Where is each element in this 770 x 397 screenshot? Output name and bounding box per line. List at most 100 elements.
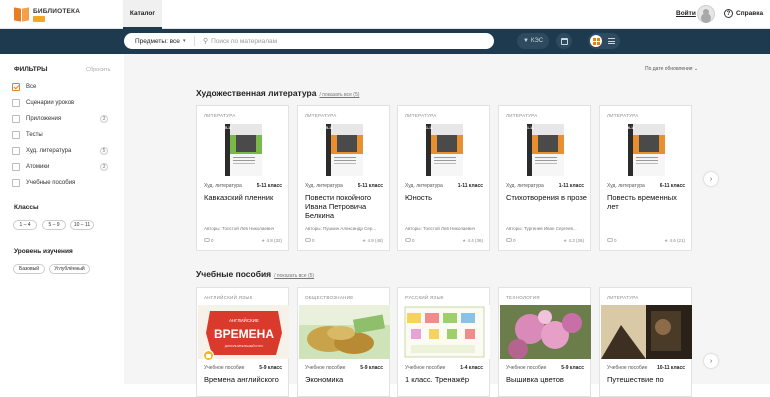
help-link[interactable]: ? Справка <box>724 9 763 18</box>
section-title-text: Художественная литература <box>196 88 317 98</box>
reset-filters-button[interactable]: Сбросить <box>86 67 110 73</box>
checkbox[interactable] <box>12 131 20 139</box>
filter-tests[interactable]: Тесты <box>12 130 43 140</box>
guide-card[interactable]: РУССКИЙ ЯЗЫК Учебное пособие 1-4 класс 1 … <box>397 287 490 397</box>
card-category: ЛИТЕРАТУРА <box>204 113 236 118</box>
filter-count-badge: 5 <box>100 147 108 155</box>
list-view-icon[interactable] <box>608 38 615 44</box>
filters-sidebar: ФИЛЬТРЫ Сбросить Все Сценарии уроков При… <box>0 54 124 384</box>
checkbox[interactable] <box>12 179 20 187</box>
card-grade: 5-9 класс <box>259 365 282 371</box>
show-all-link[interactable]: / показать все (5) <box>319 92 359 98</box>
level-pill-basic[interactable]: Базовый <box>13 264 45 274</box>
tab-catalog[interactable]: Каталог <box>123 0 162 29</box>
search-input[interactable]: Поиск по материалам <box>211 38 277 45</box>
card-title[interactable]: Стихотворения в прозе <box>506 193 588 202</box>
checkbox[interactable] <box>12 115 20 123</box>
book-card[interactable]: ЛИТЕРАТУРА 5-11 Худ. литература 5-11 клас… <box>196 105 289 251</box>
calendar-icon <box>560 37 568 45</box>
filter-count-badge: 3 <box>100 163 108 171</box>
card-title[interactable]: Повесть временных лет <box>607 193 689 211</box>
star-icon: ★ <box>362 238 367 243</box>
card-title[interactable]: Экономика <box>305 375 387 384</box>
filter-label: Тесты <box>26 132 43 138</box>
section-title-fiction: Художественная литература / показать все … <box>196 88 359 98</box>
book-card[interactable]: ЛИТЕРАТУРА 1-11 Худ. литература 1-11 клас… <box>498 105 591 251</box>
checkbox[interactable] <box>12 163 20 171</box>
embroidery-image <box>500 305 591 359</box>
card-authors: Авторы: Тургенев Иван Сергеев... <box>506 226 577 231</box>
filter-fiction[interactable]: Худ. литература <box>12 146 71 156</box>
login-link[interactable]: Войти <box>676 10 696 17</box>
guide-card[interactable]: ЛИТЕРАТУРА Учебное пособие 10-11 класс Пу… <box>599 287 692 397</box>
card-category: ОБЩЕСТВОЗНАНИЕ <box>305 295 354 300</box>
card-authors: Авторы: Толстой Лев Николаевич <box>405 226 476 231</box>
worksheet-image <box>399 305 490 359</box>
card-title[interactable]: Вышивка цветов <box>506 375 588 384</box>
show-all-link[interactable]: / показать все (5) <box>274 273 314 279</box>
library-logo[interactable]: БИБЛИОТЕКА <box>14 6 80 24</box>
class-pill-5-9[interactable]: 5 – 9 <box>42 220 66 230</box>
filter-study-guides[interactable]: Учебные пособия <box>12 178 75 188</box>
card-category: ЛИТЕРАТУРА <box>607 295 639 300</box>
book-card[interactable]: ЛИТЕРАТУРА 5-11 Худ. литература 5-11 клас… <box>297 105 390 251</box>
card-grade: 6-11 класс <box>659 183 685 189</box>
card-rating: ★ 4.8 (32) <box>261 238 282 243</box>
question-icon: ? <box>724 9 733 18</box>
chevron-down-icon: ▾ <box>182 38 186 44</box>
calendar-button[interactable] <box>556 33 572 49</box>
funnel-icon: ▼ <box>522 38 529 44</box>
card-type: Худ. литература <box>405 183 443 189</box>
class-pill-10-11[interactable]: 10 – 11 <box>70 220 94 230</box>
kes-filter-button[interactable]: ▼ КЭС <box>517 33 549 49</box>
search-field[interactable]: Предметы: все ▾ ⚲ Поиск по материалам <box>124 33 494 49</box>
subject-dropdown[interactable]: Предметы: все ▾ <box>124 36 195 46</box>
level-pill-advanced[interactable]: Углублённый <box>49 264 90 274</box>
checkbox[interactable] <box>12 147 20 155</box>
checkbox[interactable] <box>12 99 20 107</box>
filter-label: Сценарии уроков <box>26 100 75 106</box>
paperclip-icon <box>607 238 613 242</box>
card-title[interactable]: Юность <box>405 193 487 202</box>
help-label: Справка <box>736 10 764 17</box>
sort-dropdown[interactable]: По дате обновления ⌄ <box>645 66 698 72</box>
card-authors: Авторы: Пушкин Александр Сер... <box>305 226 377 231</box>
guide-card[interactable]: ТЕХНОЛОГИЯ Учебное пособие 5-9 класс Выши… <box>498 287 591 397</box>
carousel-next-button[interactable]: › <box>704 172 718 186</box>
filter-lesson-scenarios[interactable]: Сценарии уроков <box>12 98 74 108</box>
cover-title: ВРЕМЕНА <box>214 327 274 341</box>
card-title[interactable]: Кавказский пленник <box>204 193 286 202</box>
avatar[interactable] <box>697 5 715 23</box>
star-icon: ★ <box>664 238 669 243</box>
card-title[interactable]: Повести покойного Ивана Петровича Белкин… <box>305 193 387 220</box>
card-type: Худ. литература <box>305 183 343 189</box>
search-icon: ⚲ <box>203 38 209 45</box>
cover-subtitle: ДОПОЛНИТЕЛЬНЫЙ КУРС <box>225 344 264 348</box>
card-category: РУССКИЙ ЯЗЫК <box>405 295 444 300</box>
logo-badge <box>33 16 45 22</box>
book-card[interactable]: ЛИТЕРАТУРА 6-11 Худ. литература 6-11 клас… <box>599 105 692 251</box>
grid-view-icon[interactable] <box>590 35 602 47</box>
filter-label: Худ. литература <box>26 148 72 154</box>
book-cover: 6-11 <box>628 124 665 176</box>
guide-card[interactable]: ОБЩЕСТВОЗНАНИЕ Учебное пособие 5-9 класс … <box>297 287 390 397</box>
book-card[interactable]: ЛИТЕРАТУРА 1-11 Худ. литература 1-11 клас… <box>397 105 490 251</box>
star-icon: ★ <box>563 238 568 243</box>
class-pill-1-4[interactable]: 1 – 4 <box>13 220 37 230</box>
filter-atomics[interactable]: Атомики <box>12 162 49 172</box>
section-title-study-guides: Учебные пособия / показать все (5) <box>196 269 314 279</box>
attachments-count: 0 <box>305 238 315 244</box>
filter-applications[interactable]: Приложения <box>12 114 61 124</box>
filter-all[interactable]: Все <box>12 82 36 92</box>
carousel-next-button[interactable]: › <box>704 354 718 368</box>
filter-label: Атомики <box>26 164 50 170</box>
checkbox-checked[interactable] <box>12 83 20 91</box>
view-toggle[interactable] <box>588 33 620 49</box>
card-type: Учебное пособие <box>305 365 346 371</box>
guide-card[interactable]: АНГЛИЙСКИЙ ЯЗЫК АНГЛИЙСКИЕ ВРЕМЕНА ДОПОЛ… <box>196 287 289 397</box>
card-title[interactable]: Времена английского <box>204 375 286 384</box>
chevron-down-icon: ⌄ <box>693 66 699 72</box>
card-title[interactable]: 1 класс. Тренажёр <box>405 375 487 384</box>
card-category: ЛИТЕРАТУРА <box>405 113 437 118</box>
card-title[interactable]: Путешествие по <box>607 375 689 384</box>
